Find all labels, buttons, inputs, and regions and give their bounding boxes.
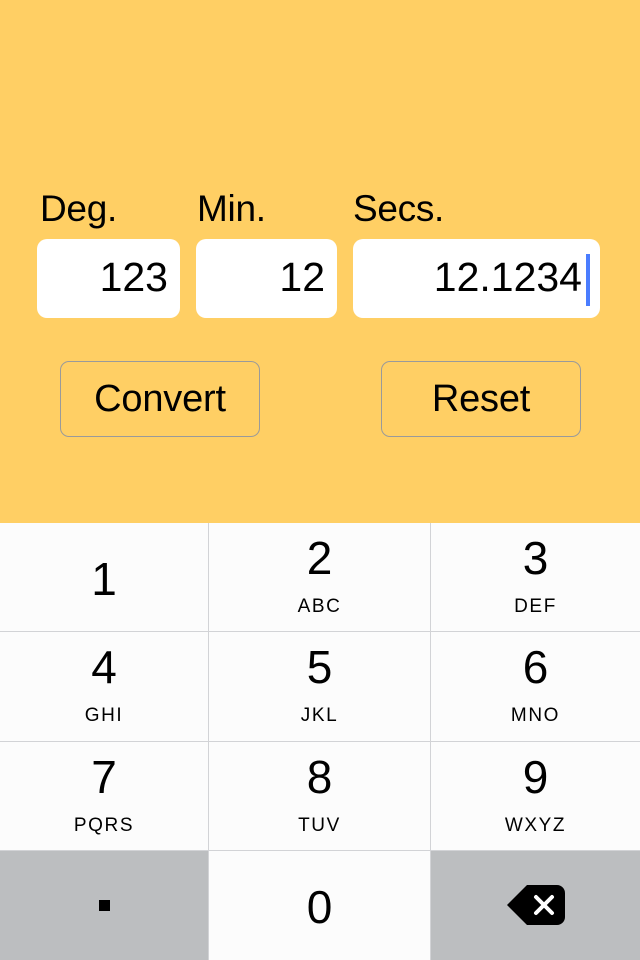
degrees-value: 123 [99, 254, 168, 300]
key-0[interactable]: 0 [209, 850, 431, 960]
key-1[interactable]: 1 [0, 523, 209, 633]
minutes-label: Min. [197, 188, 266, 229]
key-letters-label: ABC [297, 596, 342, 618]
key-digit-label: 1 [91, 553, 117, 606]
degrees-input[interactable]: 123 [37, 239, 180, 318]
degrees-label: Deg. [40, 188, 117, 229]
key-3[interactable]: 3 DEF [431, 523, 640, 633]
seconds-value: 12.1234 [433, 254, 582, 300]
numeric-keyboard: 1 2 ABC 3 DEF 4 GHI 5 JKL 6 MNO 7 PQRS 8 TUV 9 WXYZ 0 [0, 523, 640, 960]
key-digit-label: 5 [306, 641, 333, 694]
key-4[interactable]: 4 GHI [0, 632, 209, 742]
key-letters-label: JKL [300, 705, 339, 727]
key-digit-label: 7 [91, 750, 117, 803]
minutes-input[interactable]: 12 [196, 239, 337, 318]
key-digit-label: 4 [91, 641, 117, 694]
key-period[interactable] [0, 850, 209, 960]
app-root: Deg. Min. Secs. 123 12 12.1234 Convert R… [0, 0, 640, 960]
key-backspace[interactable] [431, 850, 640, 960]
key-5[interactable]: 5 JKL [209, 632, 431, 742]
key-8[interactable]: 8 TUV [209, 741, 431, 851]
convert-button[interactable]: Convert [60, 361, 260, 437]
minutes-value: 12 [279, 254, 325, 300]
key-digit-label: 8 [306, 750, 333, 803]
key-letters-label: GHI [84, 705, 124, 727]
key-7[interactable]: 7 PQRS [0, 741, 209, 851]
keyboard-row: 4 GHI 5 JKL 6 MNO [0, 632, 640, 742]
key-letters-label: DEF [514, 596, 557, 618]
key-9[interactable]: 9 WXYZ [431, 741, 640, 851]
period-icon [98, 899, 110, 911]
converter-form: Deg. Min. Secs. 123 12 12.1234 Convert R… [0, 0, 640, 523]
key-digit-label: 6 [522, 641, 549, 694]
key-6[interactable]: 6 MNO [431, 632, 640, 742]
key-digit-label: 3 [522, 532, 549, 585]
keyboard-row: 0 [0, 850, 640, 960]
reset-button[interactable]: Reset [381, 361, 581, 437]
keyboard-row: 1 2 ABC 3 DEF [0, 523, 640, 633]
text-caret [586, 253, 590, 306]
key-letters-label: TUV [298, 814, 341, 836]
seconds-input[interactable]: 12.1234 [353, 239, 600, 318]
key-digit-label: 0 [306, 881, 333, 934]
key-letters-label: WXYZ [504, 814, 567, 836]
key-digit-label: 2 [306, 532, 333, 585]
backspace-icon [506, 885, 565, 926]
seconds-label: Secs. [353, 188, 445, 229]
keyboard-row: 7 PQRS 8 TUV 9 WXYZ [0, 741, 640, 851]
key-digit-label: 9 [522, 750, 549, 803]
key-letters-label: MNO [510, 705, 561, 727]
key-2[interactable]: 2 ABC [209, 523, 431, 633]
key-letters-label: PQRS [73, 814, 135, 836]
